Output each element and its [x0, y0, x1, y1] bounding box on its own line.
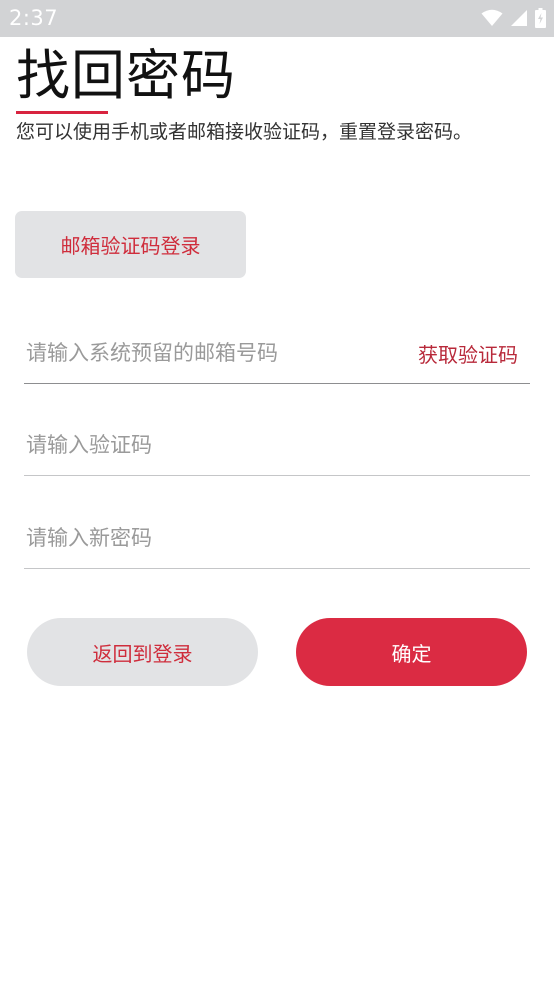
status-icons: [481, 8, 546, 32]
status-time: 2:37: [9, 6, 59, 30]
wifi-icon: [481, 9, 503, 31]
email-code-login-button[interactable]: 邮箱验证码登录: [15, 211, 246, 278]
email-field: 获取验证码: [24, 323, 530, 384]
get-code-button[interactable]: 获取验证码: [418, 339, 518, 368]
email-input[interactable]: [26, 333, 386, 373]
signal-icon: [510, 9, 528, 31]
code-input[interactable]: [26, 425, 386, 465]
page-subtitle: 您可以使用手机或者邮箱接收验证码，重置登录密码。: [16, 121, 473, 143]
page-title: 找回密码: [16, 44, 236, 107]
code-field: [24, 415, 530, 476]
confirm-button[interactable]: 确定: [296, 618, 527, 686]
password-field: [24, 508, 530, 569]
status-bar: 2:37: [0, 0, 554, 37]
back-to-login-button[interactable]: 返回到登录: [27, 618, 258, 686]
new-password-input[interactable]: [26, 518, 386, 558]
battery-icon: [535, 8, 546, 32]
title-underline: [16, 111, 108, 114]
